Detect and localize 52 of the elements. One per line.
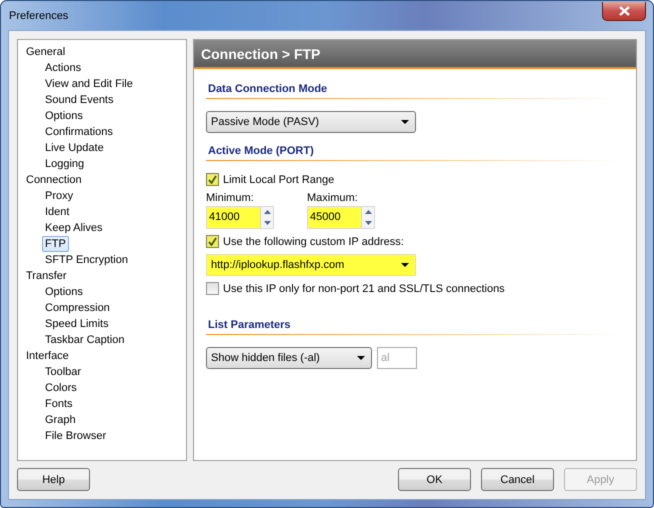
tree-item[interactable]: Speed Limits: [42, 316, 112, 332]
tree-item[interactable]: Compression: [42, 300, 113, 316]
field-label: Maximum:: [307, 192, 359, 204]
tree-item[interactable]: Proxy: [42, 188, 76, 204]
tree-item[interactable]: Fonts: [42, 396, 76, 412]
dialog-button[interactable]: Cancel: [481, 468, 554, 491]
tree-item[interactable]: Keep Alives: [42, 220, 106, 236]
checkbox-label: Use the following custom IP address:: [223, 236, 404, 248]
tree-item[interactable]: Graph: [42, 412, 79, 428]
panel-title: Connection > FTP: [194, 40, 636, 69]
checkbox[interactable]: [206, 173, 219, 186]
tree-item[interactable]: Colors: [42, 380, 80, 396]
tree-item[interactable]: Transfer: [23, 268, 70, 284]
caret-icon: [401, 263, 409, 267]
dropdown[interactable]: http://iplookup.flashfxp.com: [206, 254, 416, 276]
tree-item[interactable]: View and Edit File: [42, 76, 136, 92]
spin-field[interactable]: 41000: [206, 206, 274, 229]
tree-item[interactable]: SFTP Encryption: [42, 252, 131, 268]
tree-item[interactable]: Confirmations: [42, 124, 116, 140]
tree-item[interactable]: Ident: [42, 204, 72, 220]
checkbox-label: Limit Local Port Range: [223, 174, 334, 186]
tree-item[interactable]: Options: [42, 108, 86, 124]
dialog-button[interactable]: Help: [17, 468, 90, 491]
tree-item[interactable]: FTP: [42, 236, 69, 252]
tree-item[interactable]: Sound Events: [42, 92, 116, 108]
spin-down-icon[interactable]: [364, 220, 372, 225]
tree-item[interactable]: Live Update: [42, 140, 107, 156]
dropdown[interactable]: Show hidden files (-al): [206, 347, 372, 369]
tree-item[interactable]: General: [23, 44, 68, 60]
spin-down-icon[interactable]: [264, 220, 270, 225]
dialog-button[interactable]: OK: [398, 468, 471, 491]
caret-icon: [401, 120, 409, 124]
spin-up-icon[interactable]: [264, 210, 270, 214]
tree-item[interactable]: Toolbar: [42, 364, 84, 380]
tree-item[interactable]: Logging: [42, 156, 88, 172]
close-button[interactable]: [602, 2, 646, 20]
spin-field[interactable]: 45000: [307, 206, 375, 229]
close-icon: [618, 6, 630, 16]
window-title: Preferences: [8, 10, 68, 22]
tree-item[interactable]: Options: [42, 284, 86, 300]
tree-item[interactable]: File Browser: [42, 428, 110, 444]
checkbox[interactable]: [206, 282, 219, 295]
spin-up-icon[interactable]: [364, 210, 372, 214]
tree-item[interactable]: Interface: [23, 348, 72, 364]
checkbox[interactable]: [206, 235, 219, 248]
field-label: Minimum:: [206, 192, 255, 204]
tree-item[interactable]: Actions: [42, 60, 84, 76]
dropdown[interactable]: Passive Mode (PASV): [206, 111, 416, 133]
tree-item[interactable]: Taskbar Caption: [42, 332, 128, 348]
tree-item[interactable]: Connection: [23, 172, 85, 188]
caret-icon: [357, 356, 365, 360]
checkbox-label: Use this IP only for non-port 21 and SSL/TLS connections: [223, 282, 505, 294]
